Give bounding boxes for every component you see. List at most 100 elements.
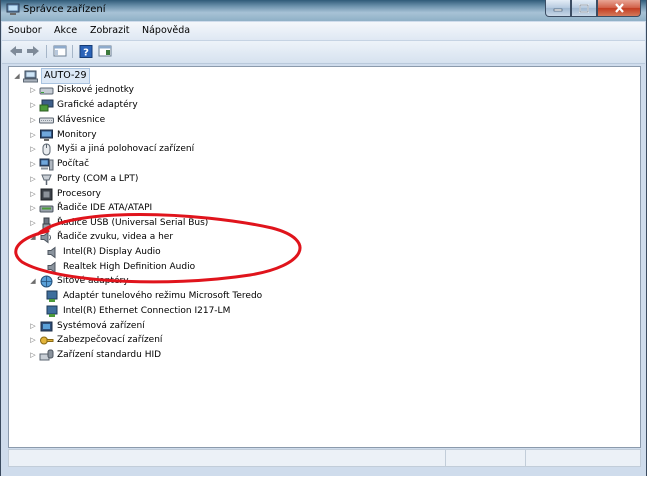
device-manager-app-icon xyxy=(6,3,20,15)
tree-category-label: Procesory xyxy=(57,189,101,199)
tree-device[interactable]: Adaptér tunelového režimu Microsoft Tere… xyxy=(45,289,262,303)
console-tree-icon xyxy=(53,45,67,57)
expand-arrow-icon[interactable]: ▷ xyxy=(29,130,37,140)
tree-category-label: Řadiče IDE ATA/ATAPI xyxy=(57,203,153,213)
help-button[interactable]: ? xyxy=(78,44,94,58)
forward-button[interactable] xyxy=(25,44,41,58)
desktop-background xyxy=(0,476,647,500)
display-adapter-icon xyxy=(39,99,54,111)
back-icon xyxy=(10,46,22,56)
expand-arrow-icon[interactable]: ▷ xyxy=(29,144,37,154)
tree-category-label: Diskové jednotky xyxy=(57,85,134,95)
expand-arrow-icon[interactable]: ▷ xyxy=(29,174,37,184)
tree-category[interactable]: ▷ Myši a jiná polohovací zařízení xyxy=(29,142,194,156)
computer-icon xyxy=(23,70,38,82)
collapse-arrow-icon[interactable]: ◢ xyxy=(29,276,37,286)
properties-button[interactable] xyxy=(97,44,113,58)
toolbar-separator xyxy=(46,45,47,58)
tree-device-label: Intel(R) Display Audio xyxy=(63,247,161,257)
maximize-icon xyxy=(579,3,589,13)
speaker-icon xyxy=(47,261,56,273)
menu-soubor[interactable]: Soubor xyxy=(8,25,42,36)
tree-category-label: Grafické adaptéry xyxy=(57,100,138,110)
computer-icon xyxy=(39,158,54,170)
forward-icon xyxy=(27,46,39,56)
tree-category-label: Porty (COM a LPT) xyxy=(57,174,139,184)
minimize-icon xyxy=(553,8,563,12)
tree-root-node[interactable]: ◢ AUTO-29 xyxy=(13,68,90,84)
expand-arrow-icon[interactable]: ▷ xyxy=(29,189,37,199)
tree-category-expanded[interactable]: ◢ Síťové adaptéry xyxy=(29,274,129,288)
tree-category-label: Počítač xyxy=(57,159,90,169)
tree-device-label: Adaptér tunelového režimu Microsoft Tere… xyxy=(63,291,263,301)
tree-category[interactable]: ▷ Grafické adaptéry xyxy=(29,98,138,112)
tree-category[interactable]: ▷ Klávesnice xyxy=(29,113,105,127)
device-manager-window: Správce zařízení Soubor Akce Zobrazit Ná… xyxy=(0,0,647,476)
tree-category[interactable]: ▷ Zabezpečovací zařízení xyxy=(29,333,162,347)
minimize-button[interactable] xyxy=(545,0,571,17)
speaker-icon xyxy=(40,231,51,243)
tree-category[interactable]: ▷ Systémová zařízení xyxy=(29,319,145,333)
tree-category[interactable]: ▷ Diskové jednotky xyxy=(29,83,134,97)
tree-device[interactable]: Realtek High Definition Audio xyxy=(45,260,195,274)
status-bar-pane xyxy=(525,450,640,466)
speaker-icon xyxy=(47,246,56,258)
expand-arrow-icon[interactable]: ▷ xyxy=(29,321,37,331)
tree-category-label: Zabezpečovací zařízení xyxy=(57,335,163,345)
tree-category-expanded[interactable]: ◢ Řadiče zvuku, videa a her xyxy=(29,230,173,244)
disk-drive-icon xyxy=(39,87,54,94)
back-button[interactable] xyxy=(8,44,24,58)
collapse-arrow-icon[interactable]: ◢ xyxy=(13,71,21,81)
expand-arrow-icon[interactable]: ▷ xyxy=(29,203,37,213)
expand-arrow-icon[interactable]: ▷ xyxy=(29,350,37,360)
close-button[interactable] xyxy=(597,0,641,17)
expand-arrow-icon[interactable]: ▷ xyxy=(29,159,37,169)
tree-category-label: Myši a jiná polohovací zařízení xyxy=(57,144,195,154)
network-adapter-icon xyxy=(46,305,58,317)
tree-category[interactable]: ▷ Zařízení standardu HID xyxy=(29,348,161,362)
tree-device-label: Intel(R) Ethernet Connection I217-LM xyxy=(63,306,231,316)
expand-arrow-icon[interactable]: ▷ xyxy=(29,218,37,228)
maximize-button[interactable] xyxy=(571,0,597,17)
tree-device[interactable]: Intel(R) Ethernet Connection I217-LM xyxy=(45,304,230,318)
title-bar[interactable]: Správce zařízení xyxy=(1,0,646,21)
menu-napoveda[interactable]: Nápověda xyxy=(142,25,190,36)
tree-device[interactable]: Intel(R) Display Audio xyxy=(45,245,161,259)
window-title: Správce zařízení xyxy=(23,4,106,15)
close-icon xyxy=(614,3,624,13)
tree-category-label: Síťové adaptéry xyxy=(57,276,129,286)
expand-arrow-icon[interactable]: ▷ xyxy=(29,85,37,95)
status-bar xyxy=(8,449,641,467)
tree-category-label: Monitory xyxy=(57,130,97,140)
network-adapter-icon xyxy=(40,275,53,287)
menu-bar: Soubor Akce Zobrazit Nápověda xyxy=(2,22,645,41)
tree-category-label: Řadiče USB (Universal Serial Bus) xyxy=(57,218,209,228)
tree-category[interactable]: ▷ Monitory xyxy=(29,128,97,142)
network-adapter-icon xyxy=(46,290,58,302)
collapse-arrow-icon[interactable]: ◢ xyxy=(29,232,37,242)
tree-category[interactable]: ▷ Procesory xyxy=(29,187,101,201)
system-device-icon xyxy=(40,321,53,331)
menu-akce[interactable]: Akce xyxy=(54,25,77,36)
expand-arrow-icon[interactable]: ▷ xyxy=(29,100,37,110)
tree-root-label: AUTO-29 xyxy=(41,68,90,84)
hid-icon xyxy=(39,349,54,360)
keyboard-icon xyxy=(39,117,54,123)
status-bar-pane xyxy=(445,450,526,466)
tree-category[interactable]: ▷ Počítač xyxy=(29,157,89,171)
ide-controller-icon xyxy=(39,205,54,212)
tree-device-label: Realtek High Definition Audio xyxy=(63,262,196,272)
expand-arrow-icon[interactable]: ▷ xyxy=(29,115,37,125)
tree-category[interactable]: ▷ Řadiče IDE ATA/ATAPI xyxy=(29,201,152,215)
menu-zobrazit[interactable]: Zobrazit xyxy=(90,25,129,36)
properties-icon xyxy=(98,45,112,57)
monitor-icon xyxy=(40,129,53,141)
usb-icon xyxy=(42,217,51,229)
expand-arrow-icon[interactable]: ▷ xyxy=(29,335,37,345)
device-tree-pane[interactable]: ◢ AUTO-29 ▷ Diskové jednotky ▷ Grafické … xyxy=(8,66,641,448)
tree-category-label: Klávesnice xyxy=(57,115,106,125)
tree-category[interactable]: ▷ Řadiče USB (Universal Serial Bus) xyxy=(29,216,208,230)
tree-category[interactable]: ▷ Porty (COM a LPT) xyxy=(29,172,138,186)
tree-category-label: Systémová zařízení xyxy=(57,321,145,331)
console-tree-button[interactable] xyxy=(52,44,68,58)
